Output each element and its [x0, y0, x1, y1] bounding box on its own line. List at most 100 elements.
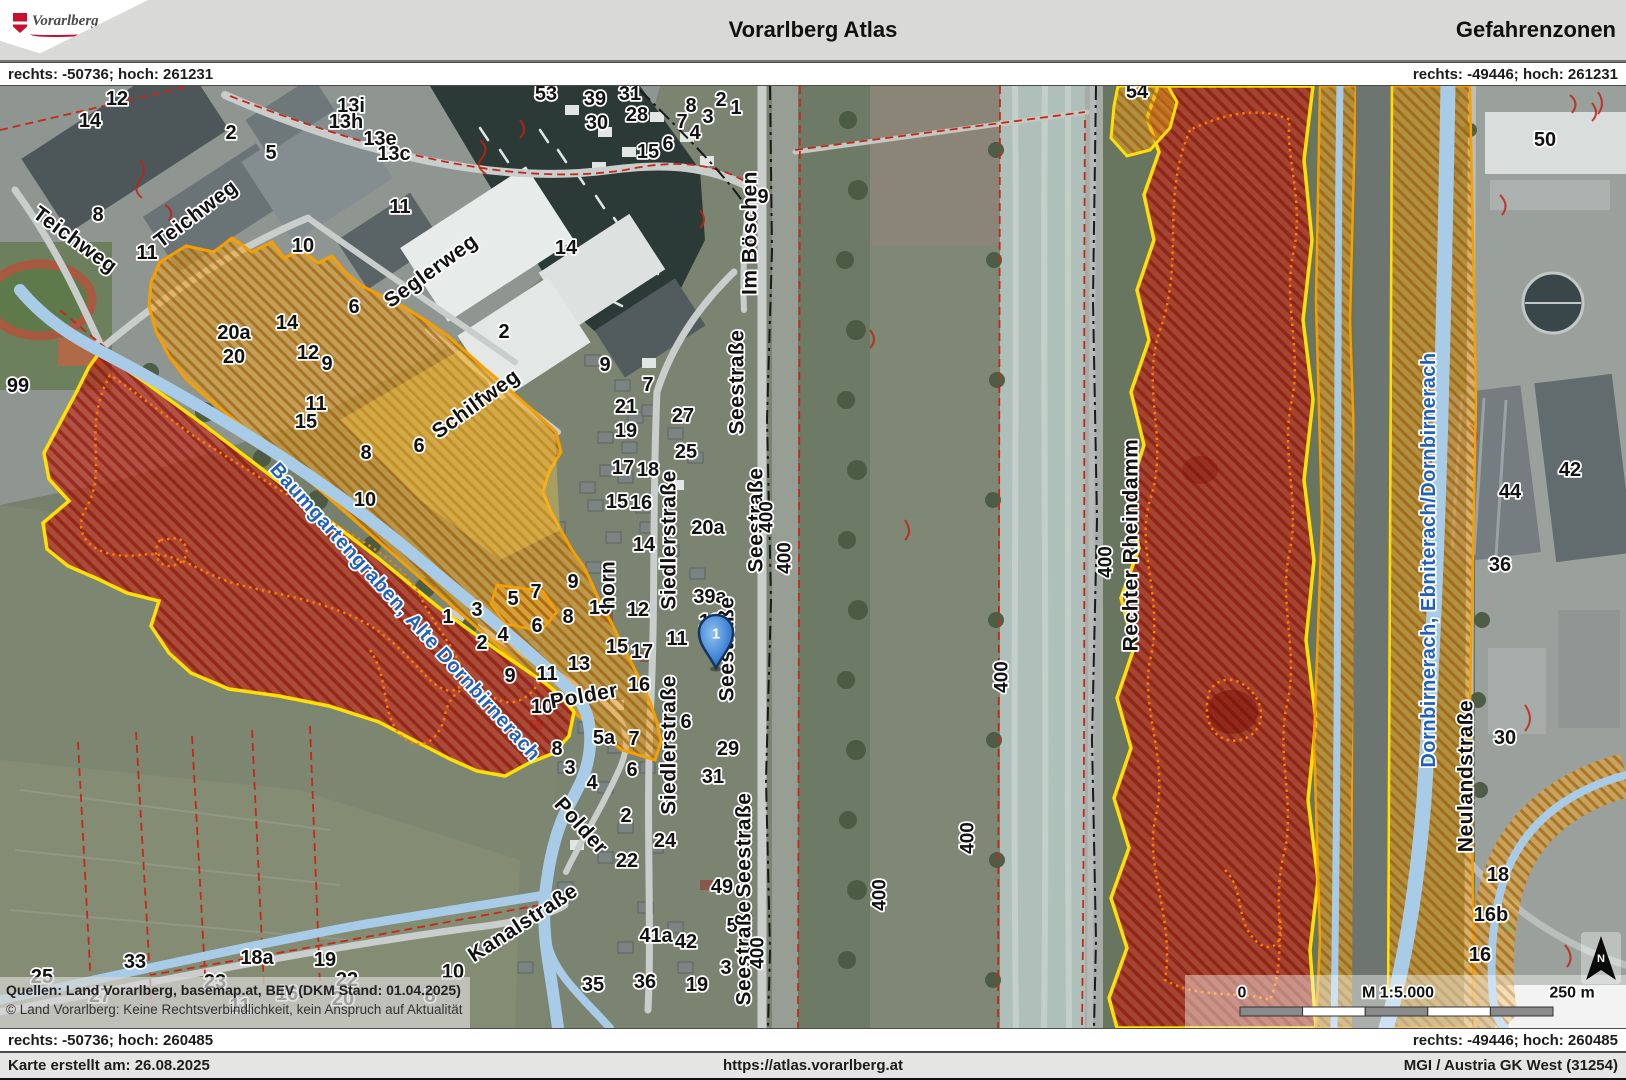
attribution-overlay: Quellen: Land Vorarlberg, basemap.at, BE…: [0, 977, 470, 1028]
house-number-label: 7: [530, 581, 541, 603]
house-number-label: 44: [1499, 481, 1522, 503]
reference-number-label: 400: [992, 661, 1013, 693]
house-number-label: 16: [628, 674, 650, 696]
house-number-label: 54: [1126, 86, 1149, 103]
house-number-label: 16: [1469, 944, 1491, 966]
house-number-label: 2: [498, 321, 509, 343]
house-number-label: 13h: [329, 111, 363, 133]
house-number-label: 11: [536, 663, 557, 685]
house-number-label: 41a: [639, 925, 673, 947]
house-number-label: 17: [631, 641, 653, 663]
house-number-label: 15: [295, 411, 317, 433]
house-number-label: 8: [562, 606, 573, 628]
house-number-label: 3: [720, 957, 731, 979]
house-number-label: 15: [637, 141, 659, 163]
attribution-disclaimer: © Land Vorarlberg: Keine Rechtsverbindli…: [6, 1002, 463, 1017]
footer-bar: Karte erstellt am: 26.08.2025 https://at…: [0, 1052, 1626, 1078]
scalebar: 0 M 1:5.000 250 m: [1185, 975, 1626, 1028]
page-title: Vorarlberg Atlas: [729, 17, 898, 43]
house-number-label: 9: [504, 665, 515, 687]
house-number-label: 7: [628, 728, 639, 750]
map-svg: 1214258111013i13h13e13c119961420a2012911…: [0, 86, 1626, 1028]
scalebar-zero: 0: [1238, 985, 1247, 1002]
house-number-label: 16b: [1474, 904, 1508, 926]
house-number-label: 5: [265, 142, 276, 164]
house-number-label: 11: [389, 196, 410, 218]
house-number-label: 17: [612, 457, 634, 479]
house-number-label: 8: [92, 204, 103, 226]
house-number-label: 39: [584, 88, 606, 110]
house-number-label: 20a: [691, 517, 725, 539]
street-name-label: Seestraße: [733, 793, 756, 898]
house-number-label: 9: [321, 353, 332, 375]
house-number-label: 11: [666, 628, 687, 650]
coords-top-right: rechts: -49446; hoch: 261231: [1413, 66, 1618, 83]
street-name-label: Im Böschen: [739, 171, 762, 295]
house-number-label: 6: [662, 133, 673, 155]
street-name-label: Seestraße: [726, 330, 749, 435]
coords-top-left: rechts: -50736; hoch: 261231: [8, 66, 213, 83]
house-number-label: 35: [582, 974, 604, 996]
coords-bottom-right: rechts: -49446; hoch: 260485: [1413, 1032, 1618, 1049]
scalebar-distance: 250 m: [1549, 985, 1594, 1002]
house-number-label: 8: [360, 442, 371, 464]
house-number-label: 1: [442, 606, 453, 628]
vorarlberg-shield-icon: [13, 13, 27, 33]
coordinate-bar-bottom: rechts: -50736; hoch: 260485 rechts: -49…: [0, 1028, 1626, 1052]
house-number-label: 31: [619, 86, 641, 105]
house-number-label: 12: [627, 599, 649, 621]
street-name-label: Siedlerstraße: [658, 470, 681, 610]
house-number-label: 10: [354, 489, 376, 511]
house-number-label: 19: [686, 974, 708, 996]
house-number-label: 29: [717, 738, 739, 760]
scalebar-segments: [1240, 1007, 1553, 1016]
footer-crs: MGI / Austria GK West (31254): [1404, 1057, 1618, 1074]
street-name-label: horn: [597, 561, 620, 610]
house-number-label: 1: [730, 97, 741, 119]
map-theme-title: Gefahrenzonen: [1456, 17, 1616, 43]
north-arrow: N: [1581, 932, 1621, 984]
street-name-label: Siedlerstraße: [658, 675, 681, 815]
house-number-label: 3: [702, 106, 713, 128]
house-number-label: 36: [634, 971, 656, 993]
house-number-label: 16: [630, 492, 652, 514]
house-number-label: 50: [1534, 129, 1556, 151]
reference-number-label: 400: [757, 501, 778, 533]
house-number-label: 99: [7, 375, 29, 397]
north-letter: N: [1597, 953, 1605, 965]
house-number-label: 9: [599, 354, 610, 376]
house-number-label: 6: [680, 711, 691, 733]
house-number-label: 5a: [593, 727, 616, 749]
atlas-map-export: Vorarlberg Vorarlberg Atlas Gefahrenzone…: [0, 0, 1626, 1080]
house-number-label: 14: [633, 534, 656, 556]
house-number-label: 6: [531, 615, 542, 637]
house-number-label: 8: [685, 95, 696, 117]
reference-number-label: 400: [775, 542, 796, 574]
house-number-label: 27: [672, 405, 694, 427]
house-number-label: 33: [124, 951, 146, 973]
house-number-label: 31: [702, 766, 724, 788]
house-number-label: 24: [654, 830, 677, 852]
house-number-label: 3: [471, 599, 482, 621]
house-number-label: 53: [535, 86, 557, 105]
house-number-label: 11: [136, 242, 157, 264]
house-number-label: 6: [413, 435, 424, 457]
house-number-label: 30: [1494, 727, 1516, 749]
house-number-label: 8: [551, 738, 562, 760]
house-number-label: 12: [106, 88, 128, 110]
header-bar: Vorarlberg Vorarlberg Atlas Gefahrenzone…: [0, 0, 1626, 62]
street-name-label: Rechter Rheindamm: [1120, 439, 1143, 652]
house-number-label: 2: [225, 122, 236, 144]
house-number-label: 2: [476, 632, 487, 654]
house-number-label: 9: [567, 571, 578, 593]
logo-swoosh-icon: [30, 26, 118, 37]
house-number-label: 13: [568, 653, 590, 675]
vorarlberg-logo: Vorarlberg: [0, 0, 190, 62]
house-number-label: 36: [1489, 554, 1511, 576]
coords-bottom-left: rechts: -50736; hoch: 260485: [8, 1032, 213, 1049]
house-number-label: 30: [586, 112, 608, 134]
house-number-label: 20a: [217, 322, 251, 344]
house-number-label: 4: [497, 624, 509, 646]
house-number-label: 12: [297, 342, 319, 364]
house-number-label: 7: [642, 374, 653, 396]
